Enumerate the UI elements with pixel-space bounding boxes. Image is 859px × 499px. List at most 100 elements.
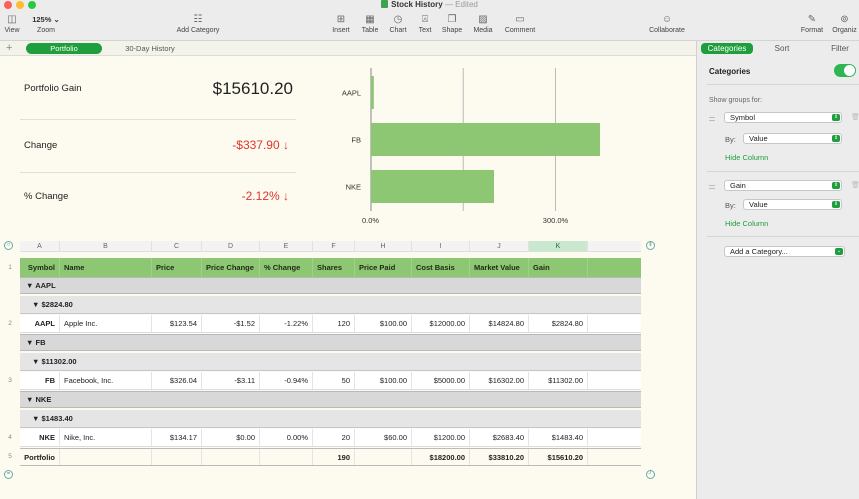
tab-portfolio[interactable]: Portfolio [26,43,102,54]
table-select-handle[interactable]: ○ [4,241,13,250]
format-button[interactable]: ✎ Format [798,13,826,35]
row-number[interactable]: 2 [3,320,17,327]
table-row[interactable]: FB Facebook, Inc. $326.04 -$3.11 -0.94% 50 $10… [20,372,641,390]
add-sheet-button[interactable]: + [6,41,12,55]
table-cell[interactable]: $100.00 [355,372,412,389]
category-row-symbol[interactable]: ▼ FB [20,334,641,351]
gain-bar-chart[interactable]: AAPL FB NKE 0.0% 300.0% [340,66,600,231]
group1-hide-column-link[interactable]: Hide Column [725,153,768,162]
insert-button[interactable]: ⊞ Insert [329,13,353,35]
table-cell[interactable] [260,449,313,465]
category-row-symbol[interactable]: ▼ AAPL [20,277,641,294]
column-header-b[interactable]: B [60,241,152,252]
organize-button[interactable]: ⊚ Organiz [830,13,859,35]
table-cell[interactable]: 120 [313,315,355,332]
table-cell[interactable]: 50 [313,372,355,389]
zoom-menu[interactable]: 125% ⌄ Zoom [28,13,64,35]
table-row[interactable]: AAPL Apple Inc. $123.54 -$1.52 -1.22% 120 $100… [20,315,641,333]
column-header-e[interactable]: E [260,241,313,252]
table-cell[interactable]: $123.54 [152,315,202,332]
table-cell[interactable]: 190 [313,449,355,465]
add-row-handle[interactable]: = [4,470,13,479]
chart-button[interactable]: ◷ Chart [386,13,410,35]
table-footer-row[interactable]: Portfolio 190 $18200.00 $33810.20 $15610.20 [20,448,641,466]
row-number[interactable]: 5 [3,453,17,460]
table-cell[interactable]: $60.00 [355,429,412,446]
table-cell[interactable]: Portfolio [20,449,60,465]
table-cell[interactable] [60,449,152,465]
row-number[interactable]: 3 [3,377,17,384]
collaborate-button[interactable]: ☺ Collaborate [644,13,690,35]
group2-field-select[interactable]: Gain ⇕ [724,180,842,191]
table-cell[interactable]: $15610.20 [529,449,588,465]
table-cell[interactable]: -$3.11 [202,372,260,389]
column-header-f[interactable]: F [313,241,355,252]
table-cell[interactable]: $5000.00 [412,372,470,389]
table-cell[interactable]: -1.22% [260,315,313,332]
group1-field-select[interactable]: Symbol ⇕ [724,112,842,123]
add-column-handle[interactable]: ‖ [646,241,655,250]
trash-icon[interactable]: 🗑 [851,181,859,189]
tab-filter[interactable]: Filter [825,43,855,54]
group1-by-select[interactable]: Value ⇕ [743,133,842,144]
table-cell[interactable]: $11302.00 [529,372,588,389]
column-header-h[interactable]: H [355,241,412,252]
table-cell[interactable] [152,449,202,465]
category-row-symbol[interactable]: ▼ NKE [20,391,641,408]
table-cell[interactable]: $1483.40 [529,429,588,446]
categories-toggle[interactable] [834,64,856,77]
row-number[interactable]: 1 [3,264,17,271]
table-cell[interactable]: $18200.00 [412,449,470,465]
add-category-select[interactable]: Add a Category... ⌄ [724,246,845,257]
text-button[interactable]: ⍓ Text [413,13,437,35]
table-cell[interactable]: $326.04 [152,372,202,389]
tab-sort[interactable]: Sort [767,43,797,54]
table-cell[interactable]: $134.17 [152,429,202,446]
table-cell[interactable]: 20 [313,429,355,446]
table-cell[interactable]: $100.00 [355,315,412,332]
add-category-button[interactable]: ☷ Add Category [170,13,226,35]
table-cell[interactable]: $33810.20 [470,449,529,465]
category-row-gain[interactable]: ▼ $11302.00 [20,353,641,371]
column-header-d[interactable]: D [202,241,260,252]
view-button[interactable]: ◫ View [2,13,22,35]
table-cell[interactable]: $2824.80 [529,315,588,332]
tab-30-day-history[interactable]: 30-Day History [110,43,190,54]
column-header-a[interactable]: A [20,241,60,252]
table-cell[interactable]: $14824.80 [470,315,529,332]
column-header-j[interactable]: J [470,241,529,252]
table-cell[interactable]: $0.00 [202,429,260,446]
group2-hide-column-link[interactable]: Hide Column [725,219,768,228]
table-cell[interactable]: $12000.00 [412,315,470,332]
table-cell[interactable]: FB [20,372,60,389]
table-cell[interactable]: NKE [20,429,60,446]
column-header-c[interactable]: C [152,241,202,252]
table-cell[interactable] [202,449,260,465]
table-cell[interactable]: Facebook, Inc. [60,372,152,389]
comment-button[interactable]: ▭ Comment [502,13,538,35]
table-cell[interactable]: Nike, Inc. [60,429,152,446]
drag-handle-icon[interactable] [709,185,715,189]
drag-handle-icon[interactable] [709,117,715,121]
tab-categories[interactable]: Categories [701,43,753,54]
table-cell[interactable]: $2683.40 [470,429,529,446]
category-row-gain[interactable]: ▼ $1483.40 [20,410,641,428]
trash-icon[interactable]: 🗑 [851,113,859,121]
table-button[interactable]: ▦ Table [358,13,382,35]
row-number[interactable]: 4 [3,434,17,441]
table-cell[interactable]: $1200.00 [412,429,470,446]
category-row-gain[interactable]: ▼ $2824.80 [20,296,641,314]
table-cell[interactable]: 0.00% [260,429,313,446]
table-cell[interactable]: $16302.00 [470,372,529,389]
column-header-i[interactable]: I [412,241,470,252]
column-header-k[interactable]: K [529,241,588,252]
table-row[interactable]: NKE Nike, Inc. $134.17 $0.00 0.00% 20 $60.00 $1… [20,429,641,447]
media-button[interactable]: ▨ Media [470,13,496,35]
table-cell[interactable]: -0.94% [260,372,313,389]
table-cell[interactable]: -$1.52 [202,315,260,332]
shape-button[interactable]: ❐ Shape [440,13,464,35]
group2-by-select[interactable]: Value ⇕ [743,199,842,210]
table-cell[interactable]: Apple Inc. [60,315,152,332]
table-cell[interactable]: AAPL [20,315,60,332]
resize-table-handle[interactable]: ┘ [646,470,655,479]
